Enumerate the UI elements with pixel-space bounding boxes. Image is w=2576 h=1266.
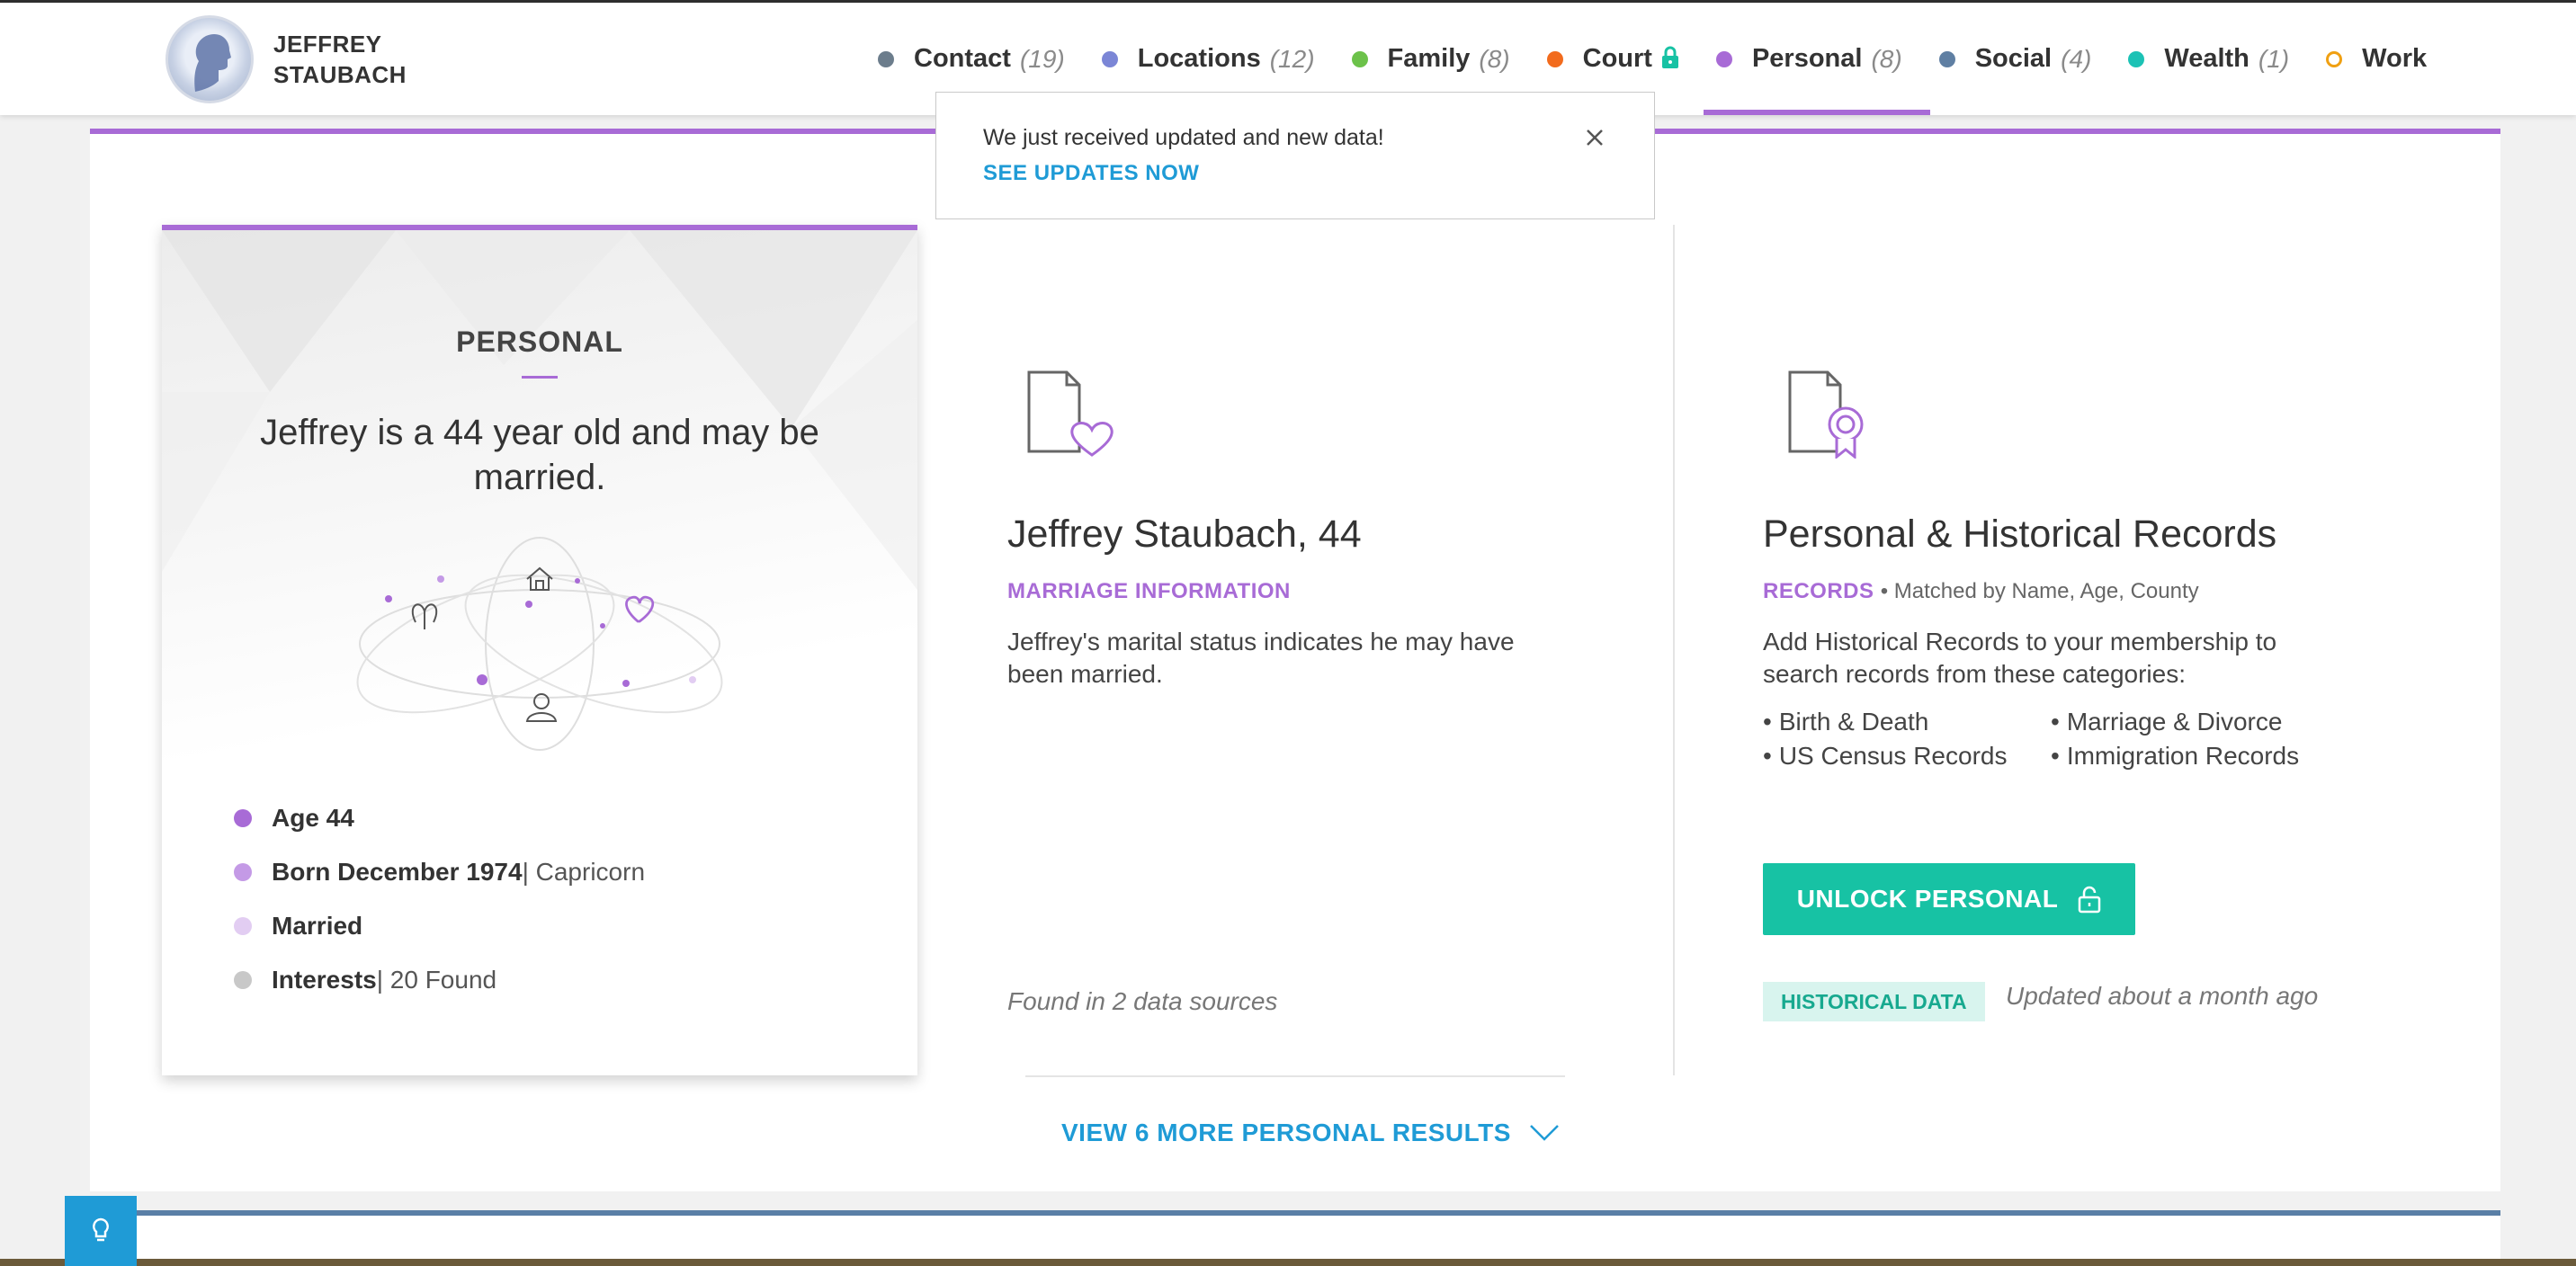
profile-name: JEFFREY STAUBACH (273, 29, 426, 90)
tab-personal[interactable]: Personal (8) (1703, 3, 1930, 115)
unlock-label: UNLOCK PERSONAL (1796, 885, 2059, 913)
card-summary: Jeffrey is a 44 year old and may be marr… (260, 413, 819, 497)
personal-orbit-illustration (356, 537, 723, 751)
separator-dot: • (1880, 579, 1894, 603)
locations-dot (1101, 50, 1118, 67)
tab-social[interactable]: Social (4) (1936, 3, 2111, 115)
card-title: PERSONAL (456, 325, 623, 358)
page-bottom-edge (0, 1259, 2576, 1266)
records-tag-line: RECORDS • Matched by Name, Age, County (1763, 579, 2199, 604)
unlock-personal-button[interactable]: UNLOCK PERSONAL (1763, 863, 2135, 935)
profile-last-name: STAUBACH (273, 61, 407, 88)
tab-count: (12) (1269, 44, 1315, 73)
personal-summary-card: PERSONAL Jeffrey is a 44 year old and ma… (162, 225, 917, 1075)
unlock-icon (2079, 886, 2101, 914)
personal-facts-list: Age 44 Born December 1974 | Capricorn Ma… (234, 791, 645, 1007)
close-icon[interactable] (1582, 125, 1607, 150)
records-match: Matched by Name, Age, County (1893, 579, 2199, 603)
records-tag: RECORDS (1763, 579, 1874, 603)
personal-dot (1715, 50, 1732, 67)
updated-timestamp: Updated about a month ago (2006, 982, 2319, 1010)
view-more-results-link[interactable]: VIEW 6 MORE PERSONAL RESULTS (1061, 1119, 1560, 1147)
category-item: Immigration Records (2051, 743, 2339, 770)
category-item: Birth & Death (1763, 709, 2051, 736)
fact-dot (234, 809, 252, 827)
fact-born: Born December 1974 | Capricorn (234, 845, 645, 899)
fact-dot (234, 971, 252, 989)
fact-dot (234, 917, 252, 935)
tab-count: (19) (1019, 44, 1065, 73)
lock-icon (1661, 46, 1678, 68)
tab-label: Family (1387, 44, 1471, 73)
tab-label: Personal (1751, 44, 1863, 73)
tab-work[interactable]: Work (2322, 3, 2446, 115)
document-award-icon (1788, 370, 1864, 459)
category-item: US Census Records (1763, 743, 2051, 770)
profile-first-name: JEFFREY (273, 31, 382, 58)
fact-label: Born December 1974 (272, 858, 523, 886)
lightbulb-icon (93, 1217, 109, 1242)
tab-label: Social (1974, 44, 2053, 73)
fact-interests: Interests | 20 Found (234, 953, 645, 1007)
tab-label: Court (1582, 44, 1652, 73)
results-divider (1025, 1075, 1565, 1077)
fact-label: Age 44 (272, 804, 354, 832)
marriage-title: Jeffrey Staubach, 44 (1007, 513, 1362, 556)
toast-message: We just received updated and new data! (983, 125, 1384, 150)
marriage-description: Jeffrey's marital status indicates he ma… (1007, 628, 1515, 688)
updates-toast: We just received updated and new data! S… (935, 92, 1655, 219)
records-categories: Birth & Death Marriage & Divorce US Cens… (1763, 709, 2339, 770)
social-dot (1938, 50, 1955, 67)
tab-label: Wealth (2164, 44, 2250, 73)
data-sources-note: Found in 2 data sources (1007, 987, 1278, 1015)
fact-marital: Married (234, 899, 645, 953)
wealth-dot (2128, 50, 2145, 67)
fact-dot (234, 863, 252, 881)
tab-label: Contact (914, 44, 1011, 73)
fact-extra: | 20 Found (376, 966, 497, 994)
tab-wealth[interactable]: Wealth (1) (2124, 3, 2308, 115)
contact-dot (878, 50, 894, 67)
tab-count: (4) (2061, 44, 2092, 73)
avatar (165, 15, 254, 103)
fact-label: Interests (272, 966, 377, 994)
records-description: Add Historical Records to your membershi… (1763, 628, 2277, 688)
tab-label: Work (2362, 44, 2428, 73)
fact-age: Age 44 (234, 791, 645, 845)
marriage-tag: MARRIAGE INFORMATION (1007, 579, 1291, 603)
work-dot (2326, 50, 2343, 67)
court-dot (1546, 50, 1563, 67)
family-dot (1351, 50, 1368, 67)
view-more-label: VIEW 6 MORE PERSONAL RESULTS (1061, 1119, 1511, 1146)
fact-label: Married (272, 912, 363, 940)
profile-brand[interactable]: JEFFREY STAUBACH (165, 15, 426, 103)
chevron-down-icon (1530, 1125, 1559, 1141)
column-divider (1673, 225, 1675, 1075)
see-updates-link[interactable]: SEE UPDATES NOW (983, 161, 1199, 186)
social-section-panel (90, 1210, 2500, 1266)
tab-count: (8) (1479, 44, 1510, 73)
house-icon (526, 566, 553, 591)
tips-button[interactable] (65, 1196, 137, 1266)
category-item: Marriage & Divorce (2051, 709, 2339, 736)
historical-data-badge: HISTORICAL DATA (1763, 982, 1985, 1021)
tab-label: Locations (1137, 44, 1261, 73)
fact-extra: | Capricorn (522, 858, 646, 886)
title-underline (522, 376, 558, 379)
tab-count: (1) (2258, 44, 2290, 73)
document-heart-icon (1027, 370, 1114, 457)
tab-count: (8) (1871, 44, 1902, 73)
records-title: Personal & Historical Records (1763, 513, 2277, 556)
